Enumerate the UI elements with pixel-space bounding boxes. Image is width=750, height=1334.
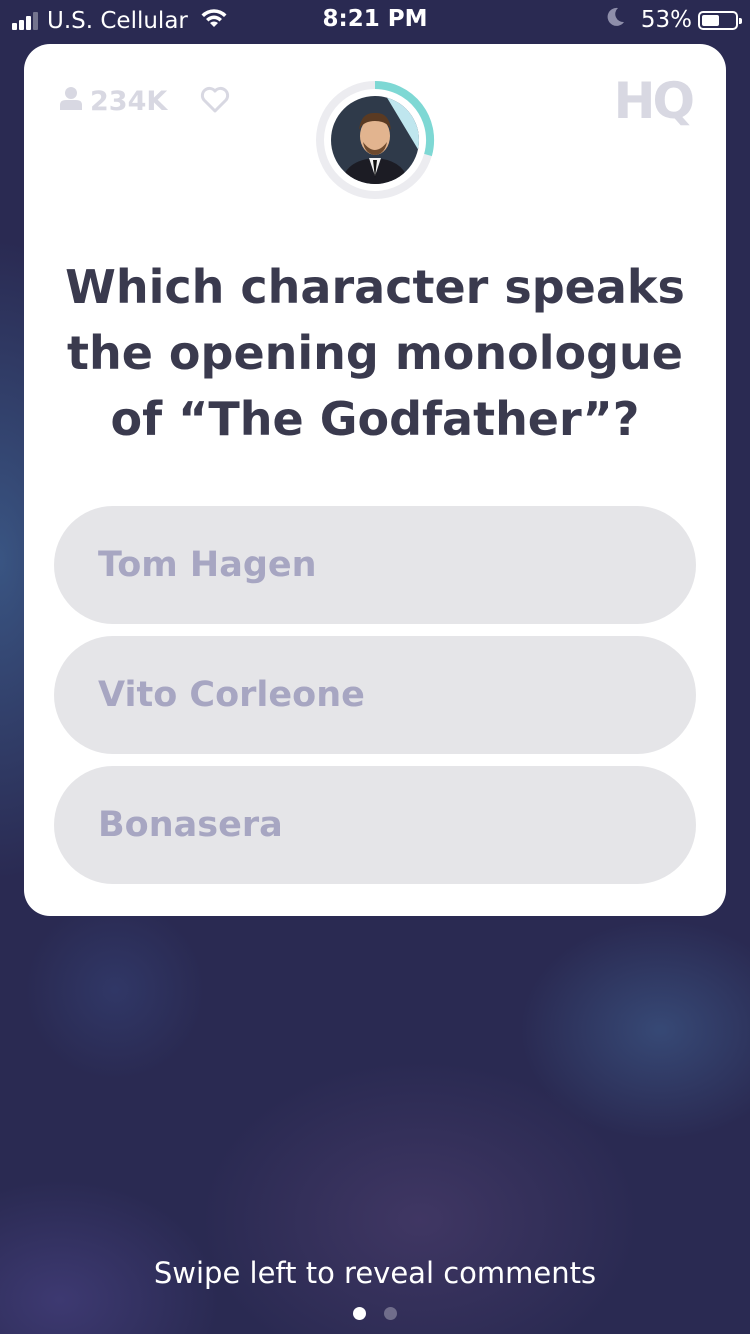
question-text: Which character speaks the opening monol… — [65, 260, 685, 446]
moon-icon — [607, 7, 625, 33]
battery-percent: 53% — [640, 7, 692, 33]
hq-logo: HQ — [613, 72, 695, 130]
answer-option-1[interactable]: Tom Hagen — [54, 506, 696, 624]
host-avatar — [331, 96, 419, 184]
countdown-timer — [315, 80, 435, 200]
swipe-hint: Swipe left to reveal comments — [153, 1256, 597, 1290]
answer-label: Vito Corleone — [98, 675, 365, 715]
answer-option-3[interactable]: Bonasera — [54, 766, 696, 884]
status-bar: U.S. Cellular 8:21 PM 53% — [0, 0, 750, 40]
answer-option-2[interactable]: Vito Corleone — [54, 636, 696, 754]
person-icon — [60, 86, 82, 117]
answer-label: Bonasera — [98, 805, 283, 845]
page-indicator[interactable] — [0, 1307, 750, 1320]
question-card: 234K HQ Which character speaks the openi… — [24, 44, 726, 916]
viewer-count-value: 234K — [90, 86, 168, 117]
viewer-count: 234K — [60, 86, 167, 117]
heart-icon[interactable] — [200, 86, 230, 118]
status-right: 53% — [607, 7, 742, 33]
battery-icon — [698, 10, 742, 30]
page-dot-1[interactable] — [353, 1307, 366, 1320]
page-dot-2[interactable] — [384, 1307, 397, 1320]
answer-label: Tom Hagen — [98, 545, 317, 585]
